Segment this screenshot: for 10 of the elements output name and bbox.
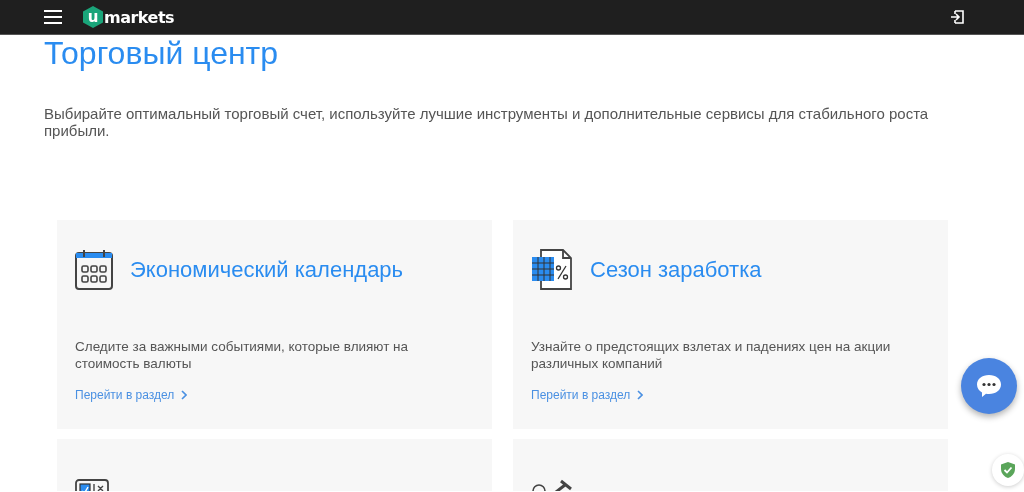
page-description: Выбирайте оптимальный торговый счет, используйте лучшие инструменты и дополнительные сервисы для стабильного роста прибыли. (44, 105, 930, 139)
section-link[interactable]: Перейти в раздел (531, 388, 644, 402)
logo-mark[interactable]: u (83, 6, 103, 28)
card-description: Следите за важными событиями, которые влияют на стоимость валюты (75, 338, 410, 372)
card-title: Экономический календарь (130, 257, 404, 283)
section-link[interactable]: Перейти в раздел (75, 388, 188, 402)
page-title: Торговый центр (44, 35, 280, 71)
card-description: Узнайте о предстоящих взлетах и падениях цен на акции различных компаний (531, 338, 892, 372)
card-title: Сезон заработка (590, 257, 762, 283)
logo-text[interactable]: markets (104, 7, 175, 27)
